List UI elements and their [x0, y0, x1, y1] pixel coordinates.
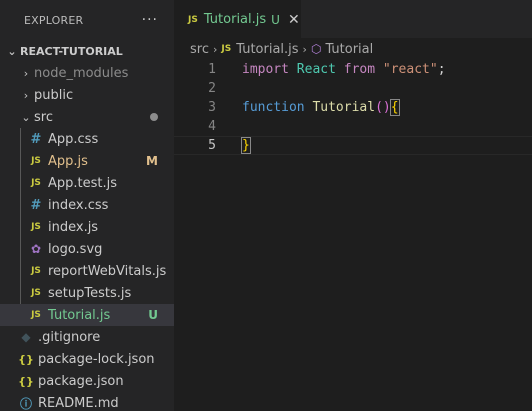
- chevron-down-icon: ⌄: [7, 44, 17, 58]
- tab-label: Tutorial.js: [203, 12, 267, 27]
- git-file-icon: ◆: [21, 330, 31, 344]
- file-logo-svg[interactable]: ✿ logo.svg: [0, 238, 174, 260]
- src-file-list: # App.css JS App.js M JS App.test.js # i…: [0, 128, 174, 326]
- js-file-icon: JS: [221, 44, 232, 54]
- close-icon[interactable]: ✕: [288, 12, 300, 28]
- json-file-icon: {}: [18, 374, 34, 388]
- keyword-import: import: [242, 62, 289, 77]
- css-file-icon: #: [30, 197, 42, 213]
- git-untracked-badge: U: [271, 12, 280, 27]
- file-label: App.test.js: [48, 175, 118, 191]
- keyword-from: from: [343, 62, 376, 77]
- keyword-function: function: [242, 100, 305, 115]
- explorer-header: EXPLORER ···: [0, 0, 174, 40]
- folder-label: public: [34, 87, 74, 103]
- project-section-header[interactable]: ⌄ REACT-TUTORIAL: [0, 40, 174, 62]
- symbol-function-icon: ⬡: [310, 42, 322, 56]
- line-number: 4: [208, 119, 216, 134]
- code-line-current: 5 }: [174, 136, 532, 155]
- css-file-icon: #: [30, 131, 42, 147]
- file-label: App.js: [48, 153, 88, 169]
- file-index-js[interactable]: JS index.js: [0, 216, 174, 238]
- folder-label: node_modules: [34, 65, 129, 81]
- breadcrumb-file[interactable]: Tutorial.js: [236, 42, 298, 57]
- code-line: 2: [174, 79, 532, 98]
- file-label: README.md: [38, 395, 119, 411]
- code-text: import React from "react";: [242, 62, 446, 77]
- js-file-icon: JS: [31, 310, 41, 320]
- code-line: 1 import React from "react";: [174, 60, 532, 79]
- file-app-js[interactable]: JS App.js M: [0, 150, 174, 172]
- file-setup-tests-js[interactable]: JS setupTests.js: [0, 282, 174, 304]
- code-line: 4: [174, 117, 532, 136]
- file-tutorial-js[interactable]: JS Tutorial.js U: [0, 304, 174, 326]
- file-label: package-lock.json: [38, 351, 155, 367]
- code-text: }: [241, 137, 251, 154]
- project-name: REACT-TUTORIAL: [20, 44, 123, 58]
- file-index-css[interactable]: # index.css: [0, 194, 174, 216]
- line-number: 3: [208, 100, 216, 115]
- js-file-icon: JS: [31, 156, 41, 166]
- file-gitignore[interactable]: ◆ .gitignore: [0, 326, 174, 348]
- git-untracked-badge: U: [148, 308, 158, 322]
- folder-label: src: [34, 109, 53, 125]
- chevron-right-icon: ›: [23, 88, 29, 102]
- js-file-icon: JS: [31, 222, 41, 232]
- more-actions-icon[interactable]: ···: [142, 12, 158, 28]
- file-label: index.js: [48, 219, 99, 235]
- file-label: index.css: [48, 197, 109, 213]
- chevron-right-icon: ›: [302, 42, 307, 56]
- tab-bar: JS Tutorial.js U ✕: [174, 0, 532, 38]
- js-file-icon: JS: [31, 288, 41, 298]
- modified-dot-badge: [150, 113, 158, 121]
- chevron-down-icon: ⌄: [21, 110, 31, 124]
- code-text: function Tutorial(){: [242, 99, 400, 116]
- code-line: 3 function Tutorial(){: [174, 98, 532, 117]
- file-package-lock-json[interactable]: {} package-lock.json: [0, 348, 174, 370]
- breadcrumb: src › JS Tutorial.js › ⬡ Tutorial: [174, 38, 532, 60]
- close-brace-match: }: [241, 137, 251, 154]
- explorer-sidebar: EXPLORER ··· ⌄ REACT-TUTORIAL › node_mod…: [0, 0, 174, 411]
- git-modified-badge: M: [146, 154, 158, 168]
- breadcrumb-folder[interactable]: src: [190, 42, 209, 57]
- breadcrumb-symbol[interactable]: Tutorial: [325, 42, 373, 57]
- js-file-icon: JS: [188, 14, 198, 25]
- json-file-icon: {}: [18, 352, 34, 366]
- file-label: .gitignore: [38, 329, 101, 345]
- folder-node-modules[interactable]: › node_modules: [0, 62, 174, 84]
- chevron-right-icon: ›: [23, 66, 29, 80]
- folder-public[interactable]: › public: [0, 84, 174, 106]
- tab-tutorial-js[interactable]: JS Tutorial.js U ✕: [174, 0, 301, 38]
- chevron-right-icon: ›: [212, 42, 218, 56]
- file-report-web-vitals-js[interactable]: JS reportWebVitals.js: [0, 260, 174, 282]
- file-label: reportWebVitals.js: [48, 263, 167, 279]
- svg-file-icon: ✿: [30, 242, 42, 256]
- line-number: 5: [208, 138, 216, 153]
- js-file-icon: JS: [31, 178, 41, 188]
- semicolon: ;: [437, 62, 446, 77]
- file-label: package.json: [38, 373, 124, 389]
- code-editor[interactable]: 1 import React from "react"; 2 3 functio…: [174, 60, 532, 155]
- info-file-icon: ⓘ: [19, 396, 32, 411]
- explorer-title: EXPLORER: [24, 13, 84, 27]
- editor-area: JS Tutorial.js U ✕ src › JS Tutorial.js …: [174, 0, 532, 411]
- file-label: App.css: [48, 131, 99, 147]
- file-app-css[interactable]: # App.css: [0, 128, 174, 150]
- line-number: 2: [208, 81, 216, 96]
- file-readme-md[interactable]: ⓘ README.md: [0, 392, 174, 411]
- file-label: Tutorial.js: [48, 307, 111, 323]
- file-label: setupTests.js: [48, 285, 132, 301]
- parentheses: (): [375, 100, 391, 115]
- file-label: logo.svg: [48, 241, 103, 257]
- file-app-test-js[interactable]: JS App.test.js: [0, 172, 174, 194]
- open-brace-match: {: [389, 99, 400, 116]
- line-number: 1: [208, 62, 216, 77]
- js-file-icon: JS: [31, 266, 41, 276]
- file-package-json[interactable]: {} package.json: [0, 370, 174, 392]
- identifier-react: React: [296, 62, 336, 77]
- folder-src[interactable]: ⌄ src: [0, 106, 174, 128]
- string-literal: "react": [382, 62, 438, 77]
- function-name: Tutorial: [312, 100, 376, 115]
